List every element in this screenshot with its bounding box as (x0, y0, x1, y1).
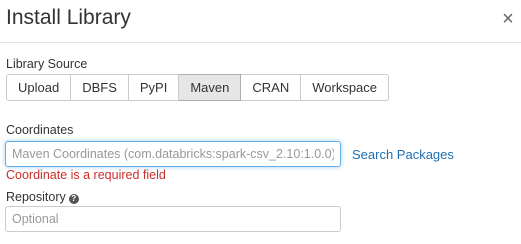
source-option-upload[interactable]: Upload (6, 74, 72, 101)
source-option-workspace[interactable]: Workspace (301, 74, 390, 101)
question-circle-icon[interactable]: ? (68, 194, 79, 204)
search-packages-link[interactable]: Search Packages (352, 147, 454, 162)
close-icon[interactable]: × (499, 8, 517, 30)
source-option-dbfs[interactable]: DBFS (71, 74, 129, 101)
coordinates-label: Coordinates (6, 123, 74, 137)
source-option-pypi[interactable]: PyPI (128, 74, 180, 101)
coordinates-input[interactable] (5, 141, 341, 167)
coordinates-error: Coordinate is a required field (6, 168, 166, 182)
dialog-title: Install Library (6, 6, 131, 29)
source-option-maven[interactable]: Maven (179, 74, 242, 101)
repository-input[interactable] (5, 206, 341, 232)
dialog-header: Install Library × (0, 0, 521, 43)
repository-label: Repository (6, 190, 66, 204)
source-option-cran[interactable]: CRAN (241, 74, 302, 101)
library-source-label: Library Source (6, 57, 88, 71)
library-source-selector: Upload DBFS PyPI Maven CRAN Workspace (6, 74, 390, 101)
repository-label-row: Repository? (6, 190, 79, 204)
